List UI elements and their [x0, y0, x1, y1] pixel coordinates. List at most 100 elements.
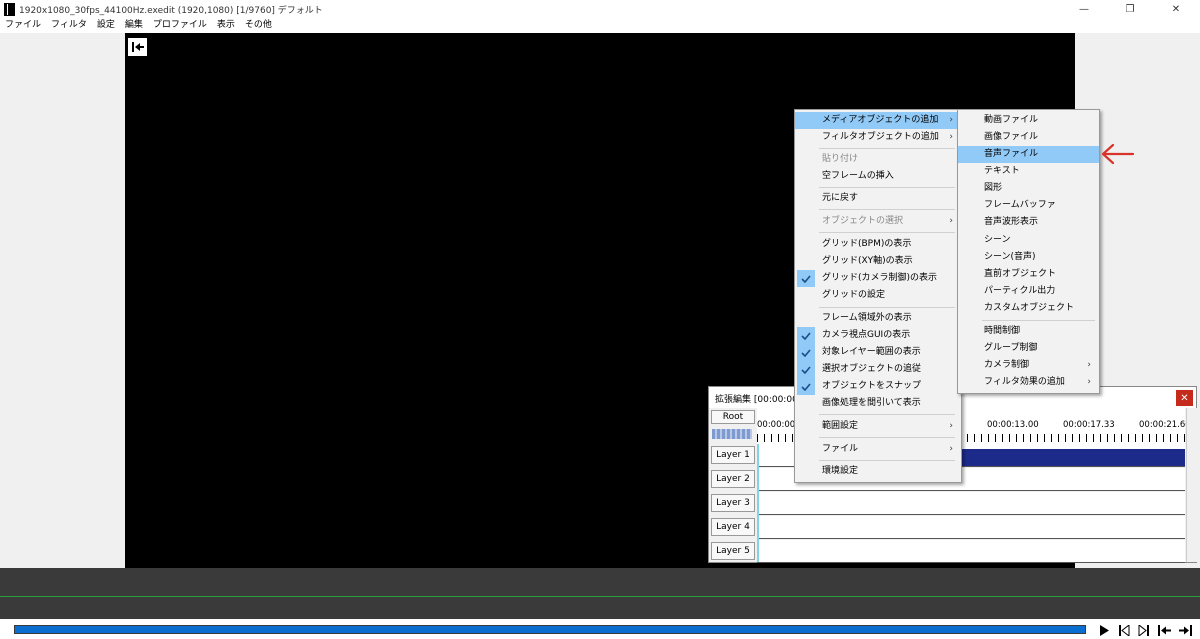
- minimize-button[interactable]: —: [1061, 0, 1107, 18]
- playhead[interactable]: [757, 444, 759, 562]
- submenu-item-scene-audio[interactable]: シーン(音声): [958, 249, 1099, 266]
- layer-row[interactable]: [757, 492, 1185, 515]
- chevron-right-icon: ›: [949, 216, 953, 226]
- layer-label[interactable]: Layer 4: [711, 518, 755, 536]
- menu-profile[interactable]: プロファイル: [148, 18, 212, 33]
- menu-settings[interactable]: 設定: [92, 18, 120, 33]
- menu-item-label: 空フレームの挿入: [822, 171, 894, 181]
- app-icon: [4, 3, 15, 16]
- time-label: 00:00:17.33: [1063, 420, 1115, 430]
- chevron-right-icon: ›: [949, 444, 953, 454]
- menu-item-label: 範囲設定: [822, 421, 859, 431]
- menu-item-layer-range[interactable]: 対象レイヤー範囲の表示: [795, 344, 961, 361]
- timeline-close-button[interactable]: ✕: [1176, 390, 1193, 406]
- menu-item-thinned-display[interactable]: 画像処理を間引いて表示: [795, 395, 961, 412]
- timeline-object[interactable]: [961, 449, 1185, 466]
- submenu-item-shape[interactable]: 図形: [958, 180, 1099, 197]
- menu-item-label: メディアオブジェクトの追加: [822, 115, 939, 125]
- menu-item-file[interactable]: ファイル ›: [795, 441, 961, 458]
- maximize-button[interactable]: ❐: [1107, 0, 1153, 18]
- menu-item-select-object[interactable]: オブジェクトの選択 ›: [795, 213, 961, 230]
- menu-edit[interactable]: 編集: [120, 18, 148, 33]
- layer-label[interactable]: Layer 1: [711, 446, 755, 464]
- menu-item-label: グリッド(カメラ制御)の表示: [822, 273, 938, 283]
- submenu-item-frame-buffer[interactable]: フレームバッファ: [958, 197, 1099, 214]
- submenu-item-video-file[interactable]: 動画ファイル: [958, 112, 1099, 129]
- chevron-right-icon: ›: [949, 115, 953, 125]
- menu-item-outside-frame[interactable]: フレーム領域外の表示: [795, 310, 961, 327]
- submenu-item-audio-waveform[interactable]: 音声波形表示: [958, 214, 1099, 231]
- menu-item-undo[interactable]: 元に戻す: [795, 190, 961, 207]
- menu-other[interactable]: その他: [240, 18, 277, 33]
- timeline-vertical-scrollbar[interactable]: [1186, 408, 1197, 562]
- timeline-overview-bar[interactable]: [712, 429, 752, 439]
- layer-label[interactable]: Layer 5: [711, 542, 755, 560]
- collapse-button[interactable]: [128, 38, 147, 56]
- menu-item-grid-settings[interactable]: グリッドの設定: [795, 287, 961, 304]
- time-label: 00:00:13.00: [987, 420, 1039, 430]
- prev-frame-button[interactable]: [1117, 623, 1132, 638]
- submenu-item-custom-object[interactable]: カスタムオブジェクト: [958, 300, 1099, 317]
- play-button[interactable]: [1097, 623, 1112, 638]
- submenu-item-image-file[interactable]: 画像ファイル: [958, 129, 1099, 146]
- menu-item-add-media-object[interactable]: メディアオブジェクトの追加 ›: [795, 112, 961, 129]
- collapse-left-icon: [131, 42, 144, 52]
- menu-item-insert-empty-frame[interactable]: 空フレームの挿入: [795, 168, 961, 185]
- menu-bar: ファイル フィルタ 設定 編集 プロファイル 表示 その他: [0, 18, 1200, 33]
- layer-label[interactable]: Layer 2: [711, 470, 755, 488]
- menu-item-camera-gui[interactable]: カメラ視点GUIの表示: [795, 327, 961, 344]
- menu-item-range-settings[interactable]: 範囲設定 ›: [795, 418, 961, 435]
- submenu-item-audio-file[interactable]: 音声ファイル: [958, 146, 1099, 163]
- time-label: 00:00:00.: [757, 420, 798, 430]
- menu-item-label: 貼り付け: [822, 154, 859, 164]
- menu-item-label: グリッド(BPM)の表示: [822, 239, 912, 249]
- title-bar: 1920x1080_30fps_44100Hz.exedit (1920,108…: [0, 0, 1200, 18]
- menu-filter[interactable]: フィルタ: [46, 18, 92, 33]
- menu-item-label: オブジェクトの選択: [822, 216, 904, 226]
- close-button[interactable]: ✕: [1153, 0, 1199, 18]
- menu-item-grid-xy[interactable]: グリッド(XY軸)の表示: [795, 253, 961, 270]
- menu-item-label: フィルタオブジェクトの追加: [822, 132, 939, 142]
- next-frame-icon: [1138, 625, 1149, 636]
- menu-item-paste[interactable]: 貼り付け: [795, 151, 961, 168]
- menu-item-label: フレーム領域外の表示: [822, 313, 912, 323]
- checkmark-icon: [797, 361, 815, 378]
- submenu-item-group-control[interactable]: グループ制御: [958, 340, 1099, 357]
- go-start-button[interactable]: [1157, 623, 1172, 638]
- menu-item-snap-object[interactable]: オブジェクトをスナップ: [795, 378, 961, 395]
- next-frame-button[interactable]: [1136, 623, 1151, 638]
- submenu-item-previous-object[interactable]: 直前オブジェクト: [958, 266, 1099, 283]
- menu-item-add-filter-object[interactable]: フィルタオブジェクトの追加 ›: [795, 129, 961, 146]
- layer-row[interactable]: [757, 540, 1185, 563]
- menu-item-grid-bpm[interactable]: グリッド(BPM)の表示: [795, 236, 961, 253]
- menu-item-label: グリッド(XY軸)の表示: [822, 256, 913, 266]
- layer-row[interactable]: [757, 516, 1185, 539]
- checkmark-icon: [797, 344, 815, 361]
- layer-label[interactable]: Layer 3: [711, 494, 755, 512]
- menu-item-label: 環境設定: [822, 466, 859, 476]
- submenu-item-add-filter-effect[interactable]: フィルタ効果の追加 ›: [958, 374, 1099, 391]
- submenu-item-particle-output[interactable]: パーティクル出力: [958, 283, 1099, 300]
- menu-file[interactable]: ファイル: [0, 18, 46, 33]
- bottom-divider: [0, 596, 1200, 597]
- root-button[interactable]: Root: [711, 410, 755, 424]
- menu-item-label: パーティクル出力: [984, 286, 1056, 296]
- time-label: 00:00:21.66: [1139, 420, 1191, 430]
- menu-item-label: カスタムオブジェクト: [984, 303, 1075, 313]
- media-object-submenu: 動画ファイル 画像ファイル 音声ファイル テキスト 図形 フレームバッファ 音声…: [957, 109, 1100, 394]
- submenu-item-scene[interactable]: シーン: [958, 232, 1099, 249]
- menu-item-follow-selection[interactable]: 選択オブジェクトの追従: [795, 361, 961, 378]
- menu-item-grid-camera[interactable]: グリッド(カメラ制御)の表示: [795, 270, 961, 287]
- menu-item-preferences[interactable]: 環境設定: [795, 463, 961, 480]
- timeline-title: 拡張編集 [00:00:00.: [715, 395, 801, 405]
- context-menu: メディアオブジェクトの追加 › フィルタオブジェクトの追加 › 貼り付け 空フレーム…: [794, 109, 962, 483]
- submenu-item-time-control[interactable]: 時間制御: [958, 323, 1099, 340]
- menu-view[interactable]: 表示: [212, 18, 240, 33]
- menu-item-label: 画像処理を間引いて表示: [822, 398, 921, 408]
- seek-bar[interactable]: [14, 625, 1086, 634]
- submenu-item-camera-control[interactable]: カメラ制御 ›: [958, 357, 1099, 374]
- menu-item-label: グリッドの設定: [822, 290, 886, 300]
- go-end-button[interactable]: [1178, 623, 1193, 638]
- menu-item-label: 選択オブジェクトの追従: [822, 364, 922, 374]
- submenu-item-text[interactable]: テキスト: [958, 163, 1099, 180]
